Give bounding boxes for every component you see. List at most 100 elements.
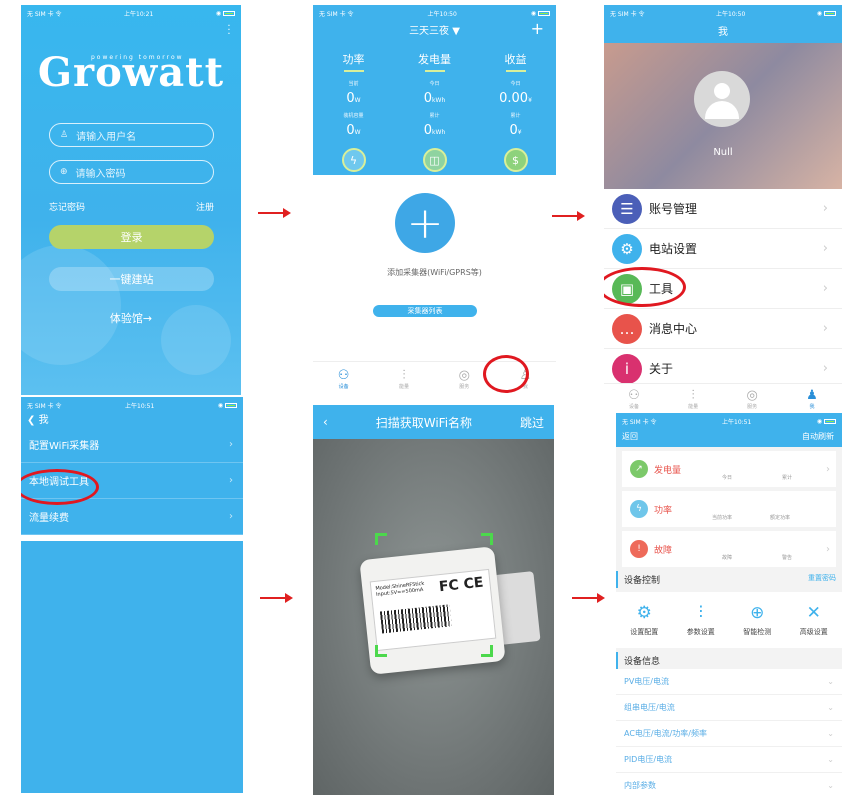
chevron-down-icon: ⌄ <box>827 703 834 712</box>
plant-selector[interactable]: 三天三夜 ▼ <box>313 22 556 37</box>
card-energy[interactable]: ↗ 发电量 今日 累计 › <box>622 451 836 487</box>
chart-icon[interactable]: ◫ <box>422 148 447 172</box>
tab-device[interactable]: ⚇ 设备 <box>628 388 640 410</box>
back-button[interactable]: 返回 <box>622 431 638 442</box>
tool-label: 设置配置 <box>630 628 659 636</box>
status-bar: 无 SIM 卡 令 上午10:51 ◉ <box>616 413 842 429</box>
username-input[interactable]: ♙ 请输入用户名 <box>49 123 214 147</box>
menu-item-label: 消息中心 <box>649 322 698 336</box>
chevron-left-icon[interactable]: ‹ <box>323 415 328 429</box>
tab-me[interactable]: ♟ 我 <box>806 388 818 410</box>
back-button[interactable]: ❮ 我 <box>27 411 49 426</box>
tab-device[interactable]: ⚇ 设备 <box>338 368 350 390</box>
gear-icon: ⚙ <box>636 603 652 623</box>
tool-config[interactable]: ⚙ 设置配置 <box>630 603 658 637</box>
debug-header: 无 SIM 卡 令 上午10:51 ◉ 返回 自动刷新 <box>616 413 842 447</box>
message-icon: … <box>612 313 642 344</box>
battery-icon: ◉ <box>817 10 836 17</box>
tab-service[interactable]: ◎ 服务 <box>459 368 470 390</box>
list-item-config-wifi[interactable]: 配置WiFi采集器 › <box>21 427 243 463</box>
login-screen: 无 SIM 卡 令 上午10:21 ◉ · · · powering tomorro… <box>21 5 241 395</box>
control-tools: ⚙ 设置配置 ⫶ 参数设置 ⊕ 智能检测 ✕ 高级设置 <box>616 592 842 648</box>
tool-params[interactable]: ⫶ 参数设置 <box>687 603 715 637</box>
tool-detect[interactable]: ⊕ 智能检测 <box>743 603 771 637</box>
card-fault[interactable]: ! 故障 故障 警告 › <box>622 531 836 567</box>
menu-item-messages[interactable]: … 消息中心 › <box>604 309 842 349</box>
info-row-pid[interactable]: PID电压/电流 ⌄ <box>616 747 842 773</box>
tab-label: 能量 <box>399 383 410 390</box>
login-button[interactable]: 登录 <box>49 225 214 249</box>
gear-icon: ⚙ <box>612 233 642 264</box>
section-title: 设备信息 <box>624 657 661 667</box>
tab-service[interactable]: ◎ 服务 <box>746 388 757 410</box>
chevron-right-icon: › <box>822 361 828 376</box>
forgot-password-link[interactable]: 忘记密码 <box>49 200 85 213</box>
card-sub: 累计 <box>782 475 793 481</box>
metric-unit: W <box>354 129 361 136</box>
metric-unit: ¥ <box>517 129 522 136</box>
lightning-icon: ϟ <box>630 500 648 518</box>
energy-icon: ⫶ <box>402 367 406 383</box>
add-collector-button[interactable]: + <box>395 193 455 253</box>
quick-build-button[interactable]: 一键建站 <box>49 267 214 291</box>
info-row-string[interactable]: 组串电压/电流 ⌄ <box>616 695 842 721</box>
tool-advanced[interactable]: ✕ 高级设置 <box>800 603 828 637</box>
money-icon[interactable]: $ <box>503 148 528 172</box>
tab-label: 我 <box>809 403 815 410</box>
card-power[interactable]: ϟ 功率 当前功率 额定功率 <box>622 491 836 527</box>
info-row-internal[interactable]: 内部参数 ⌄ <box>616 773 842 795</box>
collector-list-button[interactable]: 采集器列表 <box>373 305 477 317</box>
status-bar: 无 SIM 卡 令 上午10:50 ◉ <box>313 5 556 21</box>
tab-energy[interactable]: 发电量 <box>400 51 470 72</box>
info-row-label: PID电压/电流 <box>624 755 673 764</box>
tab-income[interactable]: 收益 <box>481 51 551 72</box>
device-tree-icon: ⚇ <box>628 387 640 403</box>
flow-arrow <box>572 593 605 603</box>
metric-cell: 今日 0.00¥ <box>475 80 556 112</box>
tools-screen: 无 SIM 卡 令 上午10:51 ◉ ❮ 我 配置WiFi采集器 › 本地调试工… <box>21 397 243 793</box>
wrench-icon: ✕ <box>806 603 821 623</box>
metric-label: 累计 <box>429 113 440 119</box>
scan-screen: ‹ 扫描获取WiFi名称 跳过 Model:ShineRFStick Input… <box>313 405 554 795</box>
chevron-right-icon: › <box>822 241 828 256</box>
lightning-icon[interactable]: ϟ <box>341 148 366 172</box>
sliders-icon: ⫶ <box>698 603 703 623</box>
metric-cell: 装机容量 0W <box>313 112 394 144</box>
menu-item-station-settings[interactable]: ⚙ 电站设置 › <box>604 229 842 269</box>
profile-hero: Null <box>604 43 842 189</box>
menu-item-account[interactable]: ☰ 账号管理 › <box>604 189 842 229</box>
chevron-right-icon: › <box>826 463 830 475</box>
chevron-down-icon: ⌄ <box>827 781 834 790</box>
tab-energy[interactable]: ⫶ 能量 <box>688 388 698 410</box>
login-links: 忘记密码 注册 <box>49 200 214 213</box>
metric-value: 0 <box>509 123 518 138</box>
scan-frame <box>375 533 493 657</box>
tab-label: 设备 <box>628 403 639 410</box>
tab-label: 设备 <box>338 383 349 390</box>
scan-corner <box>481 533 493 545</box>
metric-cell: 今日 0kWh <box>394 80 475 112</box>
chevron-right-icon: › <box>229 475 233 486</box>
auto-refresh-button[interactable]: 自动刷新 <box>802 431 834 442</box>
info-row-ac[interactable]: AC电压/电流/功率/频率 ⌄ <box>616 721 842 747</box>
metric-label: 当前 <box>348 81 359 87</box>
register-link[interactable]: 注册 <box>196 200 214 213</box>
avatar[interactable] <box>694 71 750 127</box>
scan-corner <box>481 645 493 657</box>
add-icon[interactable]: + <box>531 19 544 38</box>
device-control-section: 设备控制 重置密码 <box>616 571 842 588</box>
fault-icon: ! <box>630 540 648 558</box>
list-item-label: 流量续费 <box>29 513 69 524</box>
password-input[interactable]: ⊕ 请输入密码 <box>49 160 214 184</box>
more-menu-icon[interactable]: · · · <box>227 22 231 40</box>
tab-power[interactable]: 功率 <box>319 51 389 72</box>
reset-password-link[interactable]: 重置密码 <box>808 573 836 586</box>
card-sub: 今日 <box>722 475 733 481</box>
skip-button[interactable]: 跳过 <box>520 414 544 431</box>
chevron-right-icon: › <box>826 543 830 555</box>
tab-energy[interactable]: ⫶ 能量 <box>399 368 409 390</box>
metric-label: 今日 <box>510 81 521 87</box>
plant-screen: 无 SIM 卡 令 上午10:50 ◉ 三天三夜 ▼ + 功率 发电量 收益 当… <box>313 5 556 395</box>
experience-link[interactable]: 体验馆→ <box>21 310 241 326</box>
info-row-pv[interactable]: PV电压/电流 ⌄ <box>616 669 842 695</box>
